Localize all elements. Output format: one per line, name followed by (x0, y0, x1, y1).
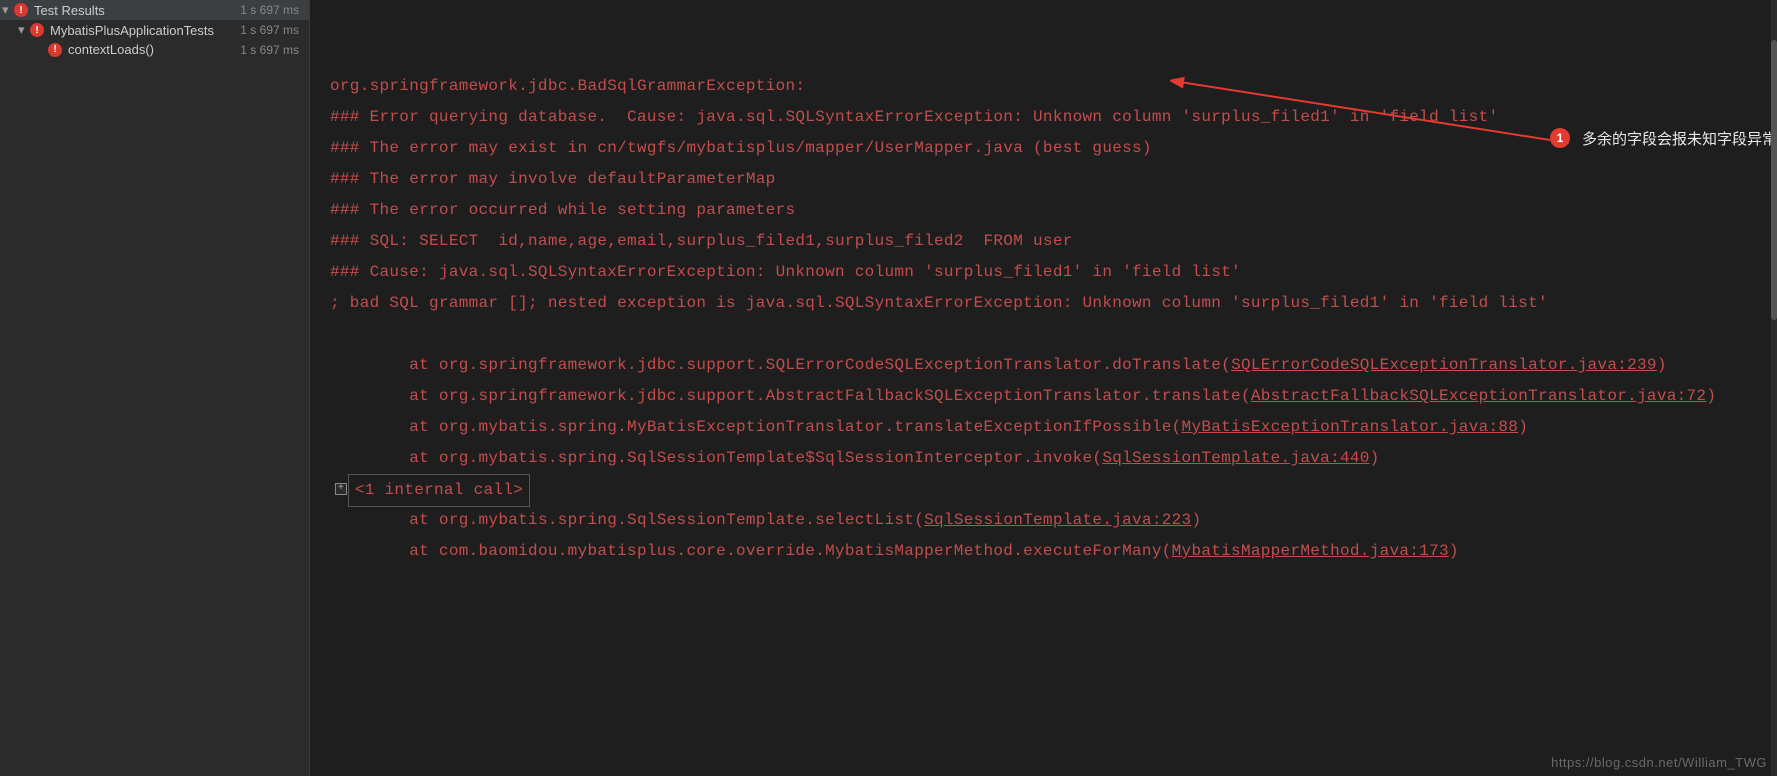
annotation-text: 多余的字段会报未知字段异常 (1582, 128, 1777, 149)
stack-line: ### The error occurred while setting par… (330, 201, 795, 219)
stack-line: ) (1449, 542, 1459, 560)
tree-test-row[interactable]: contextLoads() 1 s 697 ms (0, 40, 309, 59)
stack-line: ### Cause: java.sql.SQLSyntaxErrorExcept… (330, 263, 1241, 281)
stack-line: at org.springframework.jdbc.support.Abst… (330, 387, 1251, 405)
fail-icon (14, 3, 28, 17)
stack-line: ) (1370, 449, 1380, 467)
tree-root-row[interactable]: ▾ Test Results 1 s 697 ms (0, 0, 309, 20)
stack-line: ### The error may exist in cn/twgfs/myba… (330, 139, 1152, 157)
stack-line: at org.mybatis.spring.SqlSessionTemplate… (330, 449, 1102, 467)
tree-root-time: 1 s 697 ms (240, 3, 305, 17)
scrollbar-thumb[interactable] (1771, 40, 1777, 320)
fold-expand-icon[interactable]: + (335, 483, 347, 495)
stack-line: at org.mybatis.spring.SqlSessionTemplate… (330, 511, 924, 529)
test-results-panel: ▾ Test Results 1 s 697 ms ▾ MybatisPlusA… (0, 0, 310, 776)
stack-line: ### Error querying database. Cause: java… (330, 108, 1498, 126)
stack-source-link[interactable]: SqlSessionTemplate.java:223 (924, 511, 1191, 529)
stack-line: ; bad SQL grammar []; nested exception i… (330, 294, 1548, 312)
tree-root-label: Test Results (34, 3, 105, 18)
chevron-down-icon: ▾ (18, 22, 28, 38)
annotation-bubble: 1 (1550, 128, 1570, 148)
chevron-down-icon: ▾ (2, 2, 12, 18)
stack-source-link[interactable]: AbstractFallbackSQLExceptionTranslator.j… (1251, 387, 1706, 405)
stack-source-link[interactable]: MybatisMapperMethod.java:173 (1172, 542, 1449, 560)
tree-suite-row[interactable]: ▾ MybatisPlusApplicationTests 1 s 697 ms (0, 20, 309, 40)
tree-test-label: contextLoads() (68, 42, 154, 57)
stack-line: ### SQL: SELECT id,name,age,email,surplu… (330, 232, 1073, 250)
tree-test-time: 1 s 697 ms (240, 43, 305, 57)
stack-source-link[interactable]: SqlSessionTemplate.java:440 (1102, 449, 1369, 467)
stack-line: at org.mybatis.spring.MyBatisExceptionTr… (330, 418, 1182, 436)
console-output[interactable]: org.springframework.jdbc.BadSqlGrammarEx… (310, 0, 1771, 776)
folded-calls[interactable]: <1 internal call> (348, 474, 530, 507)
console-panel[interactable]: org.springframework.jdbc.BadSqlGrammarEx… (310, 0, 1777, 776)
watermark: https://blog.csdn.net/William_TWG (1551, 755, 1767, 770)
tree-suite-time: 1 s 697 ms (240, 23, 305, 37)
stack-line: ) (1706, 387, 1716, 405)
stack-line: at com.baomidou.mybatisplus.core.overrid… (330, 542, 1172, 560)
fail-icon (48, 43, 62, 57)
tree-suite-label: MybatisPlusApplicationTests (50, 23, 214, 38)
stack-line: ) (1191, 511, 1201, 529)
fail-icon (30, 23, 44, 37)
annotation-number: 1 (1557, 131, 1564, 145)
stack-source-link[interactable]: MyBatisExceptionTranslator.java:88 (1182, 418, 1519, 436)
scrollbar-vertical[interactable] (1771, 0, 1777, 776)
stack-line: org.springframework.jdbc.BadSqlGrammarEx… (330, 77, 815, 95)
stack-line: ) (1657, 356, 1667, 374)
stack-line: at org.springframework.jdbc.support.SQLE… (330, 356, 1231, 374)
stack-source-link[interactable]: SQLErrorCodeSQLExceptionTranslator.java:… (1231, 356, 1657, 374)
stack-line: ### The error may involve defaultParamet… (330, 170, 776, 188)
stack-line: ) (1518, 418, 1528, 436)
